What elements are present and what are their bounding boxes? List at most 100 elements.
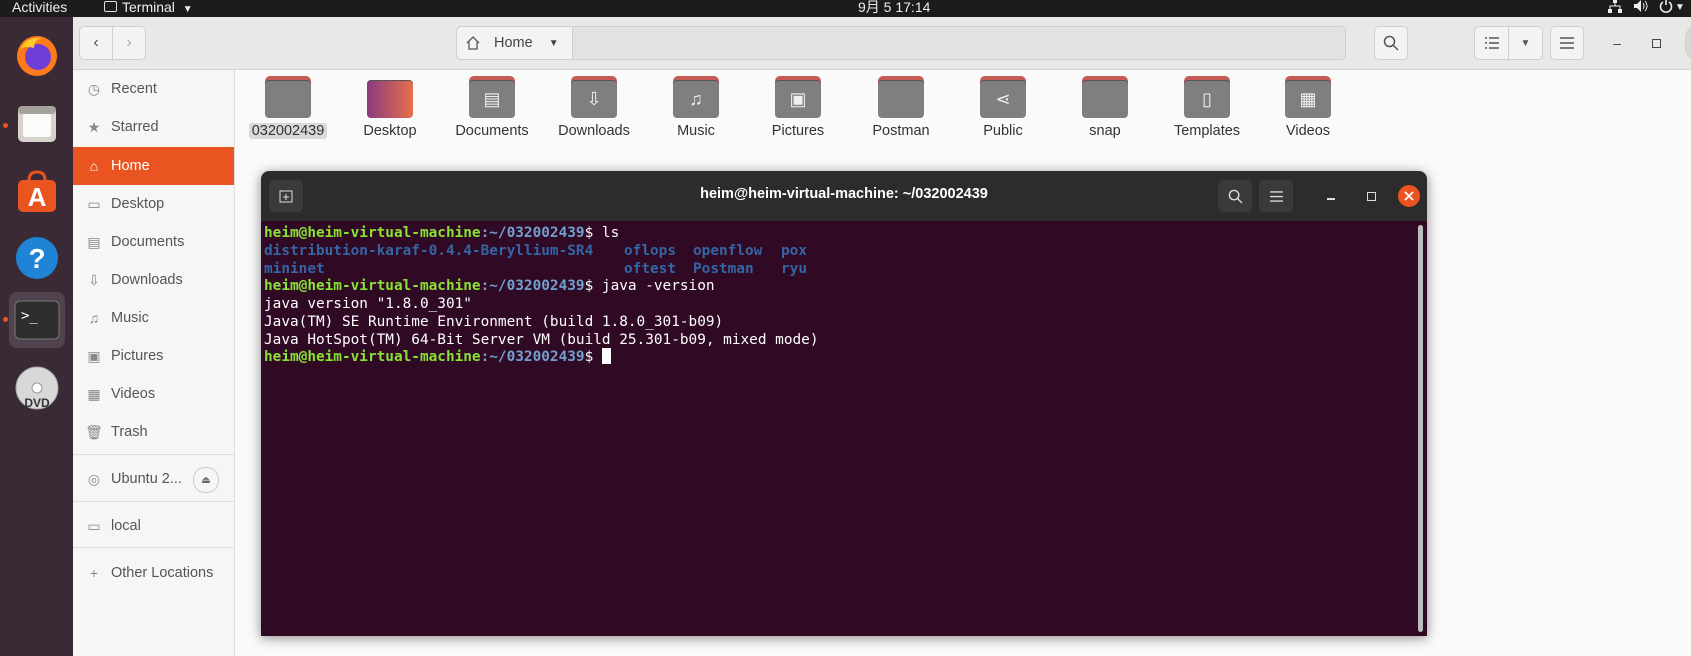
file-item-032002439[interactable]: 032002439 — [238, 76, 338, 139]
sidebar-item-label: Downloads — [111, 272, 183, 288]
minimize-button[interactable]: – — [1600, 26, 1634, 60]
dvd-icon: DVD — [15, 366, 59, 410]
video-icon: ▦ — [87, 385, 101, 402]
dock: A ? >_ DVD — [0, 17, 73, 656]
files-headerbar: ‹ › Home ▼ ▼ – — [73, 17, 1691, 70]
terminal-minimize-button[interactable] — [1314, 180, 1348, 212]
command-text: java -version — [601, 278, 715, 294]
sidebar-item-videos[interactable]: ▦ Videos — [73, 375, 234, 413]
chevron-right-icon: › — [126, 34, 132, 51]
sidebar-item-music[interactable]: ♫ Music — [73, 299, 234, 337]
list-view-icon — [1484, 37, 1499, 49]
templates-folder-icon: ▯ — [1184, 76, 1230, 118]
file-item-downloads[interactable]: ⇩ Downloads — [544, 76, 644, 139]
sidebar-item-desktop[interactable]: ▭ Desktop — [73, 185, 234, 223]
terminal-output-line: java version "1.8.0_301" — [264, 296, 472, 312]
picture-icon: ▣ — [87, 347, 101, 364]
search-button[interactable] — [1374, 26, 1408, 60]
chevron-down-icon: ▼ — [182, 4, 193, 15]
network-icon[interactable] — [1608, 0, 1622, 17]
file-item-public[interactable]: ⋖ Public — [953, 76, 1053, 139]
location-home-button[interactable]: Home ▼ — [457, 27, 573, 59]
main-menu-button[interactable] — [1550, 26, 1584, 60]
folder-icon — [1082, 76, 1128, 118]
power-icon[interactable] — [1659, 0, 1673, 17]
system-menu-chevron-icon[interactable]: ▼ — [1675, 0, 1685, 16]
ls-entry: pox — [781, 243, 807, 259]
sidebar-item-documents[interactable]: ▤ Documents — [73, 223, 234, 261]
plus-icon: + — [89, 565, 99, 581]
terminal-maximize-button[interactable] — [1354, 180, 1388, 212]
back-button[interactable]: ‹ — [79, 26, 113, 60]
prompt-path: :~/032002439 — [480, 278, 585, 294]
sidebar-item-local[interactable]: ▭ local — [73, 507, 234, 545]
file-item-videos[interactable]: ▦ Videos — [1258, 76, 1358, 139]
document-icon: ▤ — [87, 233, 101, 250]
help-launcher[interactable]: ? — [9, 230, 65, 286]
terminal-output-line: Java HotSpot(TM) 64-Bit Server VM (build… — [264, 332, 819, 348]
file-label: Downloads — [558, 123, 630, 139]
file-item-templates[interactable]: ▯ Templates — [1157, 76, 1257, 139]
close-button[interactable] — [1685, 26, 1691, 60]
file-item-documents[interactable]: ▤ Documents — [442, 76, 542, 139]
terminal-search-button[interactable] — [1218, 180, 1252, 212]
view-options-button[interactable]: ▼ — [1508, 26, 1543, 60]
folder-icon — [265, 76, 311, 118]
view-list-button[interactable] — [1474, 26, 1509, 60]
minimize-icon: – — [1613, 35, 1621, 51]
pictures-folder-icon: ▣ — [775, 76, 821, 118]
firefox-launcher[interactable] — [9, 27, 65, 83]
sidebar-item-trash[interactable]: 🗑 Trash — [73, 413, 234, 451]
hamburger-menu-icon — [1269, 190, 1283, 202]
files-launcher[interactable] — [9, 96, 65, 152]
volume-icon[interactable] — [1633, 0, 1649, 17]
terminal-line: heim@heim-virtual-machine:~/032002439$ j… — [264, 277, 715, 295]
file-item-music[interactable]: ♫ Music — [646, 76, 746, 139]
terminal-launcher[interactable]: >_ — [9, 292, 65, 348]
terminal-line: heim@heim-virtual-machine:~/032002439$ — [264, 348, 611, 366]
sidebar-item-drive[interactable]: ◎ Ubuntu 2... ⏏ — [73, 460, 234, 498]
sidebar-item-starred[interactable]: ★ Starred — [73, 108, 234, 146]
file-item-postman[interactable]: Postman — [851, 76, 951, 139]
terminal-window[interactable]: heim@heim-virtual-machine: ~/032002439 h… — [261, 171, 1427, 636]
terminal-output[interactable]: heim@heim-virtual-machine:~/032002439$ l… — [261, 221, 1427, 636]
app-menu[interactable]: Terminal ▼ — [104, 0, 193, 18]
forward-button[interactable]: › — [112, 26, 146, 60]
minimize-icon — [1327, 198, 1335, 200]
sidebar-item-other-locations[interactable]: + Other Locations — [73, 554, 234, 592]
eject-button[interactable]: ⏏ — [193, 467, 219, 493]
maximize-button[interactable] — [1639, 26, 1673, 60]
disc-icon: ◎ — [87, 470, 101, 487]
search-icon — [1383, 35, 1399, 51]
terminal-title: heim@heim-virtual-machine: ~/032002439 — [700, 186, 988, 202]
desktop-folder-icon — [367, 76, 413, 118]
software-launcher[interactable]: A — [9, 163, 65, 219]
sidebar-item-home[interactable]: ⌂ Home — [73, 147, 234, 185]
music-icon: ♫ — [88, 310, 100, 326]
clock[interactable]: 9月 5 17:14 — [858, 0, 930, 16]
terminal-menu-button[interactable] — [1259, 180, 1293, 212]
sidebar-item-pictures[interactable]: ▣ Pictures — [73, 337, 234, 375]
documents-folder-icon: ▤ — [469, 76, 515, 118]
ls-entry: mininet — [264, 261, 325, 277]
terminal-close-button[interactable] — [1398, 185, 1420, 207]
sidebar-separator — [73, 547, 234, 548]
file-label: snap — [1089, 123, 1121, 139]
sidebar-item-downloads[interactable]: ⇩ Downloads — [73, 261, 234, 299]
prompt-user: heim@heim-virtual-machine — [264, 349, 481, 365]
terminal-scrollbar[interactable] — [1418, 225, 1423, 632]
firefox-icon — [17, 36, 57, 76]
activities-button[interactable]: Activities — [12, 0, 67, 16]
sidebar-item-recent[interactable]: ◷ Recent — [73, 70, 234, 108]
ls-entry: openflow — [693, 243, 763, 259]
file-item-pictures[interactable]: ▣ Pictures — [748, 76, 848, 139]
home-icon: ⌂ — [89, 158, 99, 174]
terminal-headerbar: heim@heim-virtual-machine: ~/032002439 — [261, 171, 1427, 221]
dvd-launcher[interactable]: DVD — [9, 360, 65, 416]
file-item-desktop[interactable]: Desktop — [340, 76, 440, 139]
ls-entry: oftest — [624, 261, 676, 277]
file-item-snap[interactable]: snap — [1055, 76, 1155, 139]
terminal-line: heim@heim-virtual-machine:~/032002439$ l… — [264, 224, 619, 242]
sidebar-item-label: Desktop — [111, 196, 165, 212]
clock-icon: ◷ — [87, 80, 101, 97]
